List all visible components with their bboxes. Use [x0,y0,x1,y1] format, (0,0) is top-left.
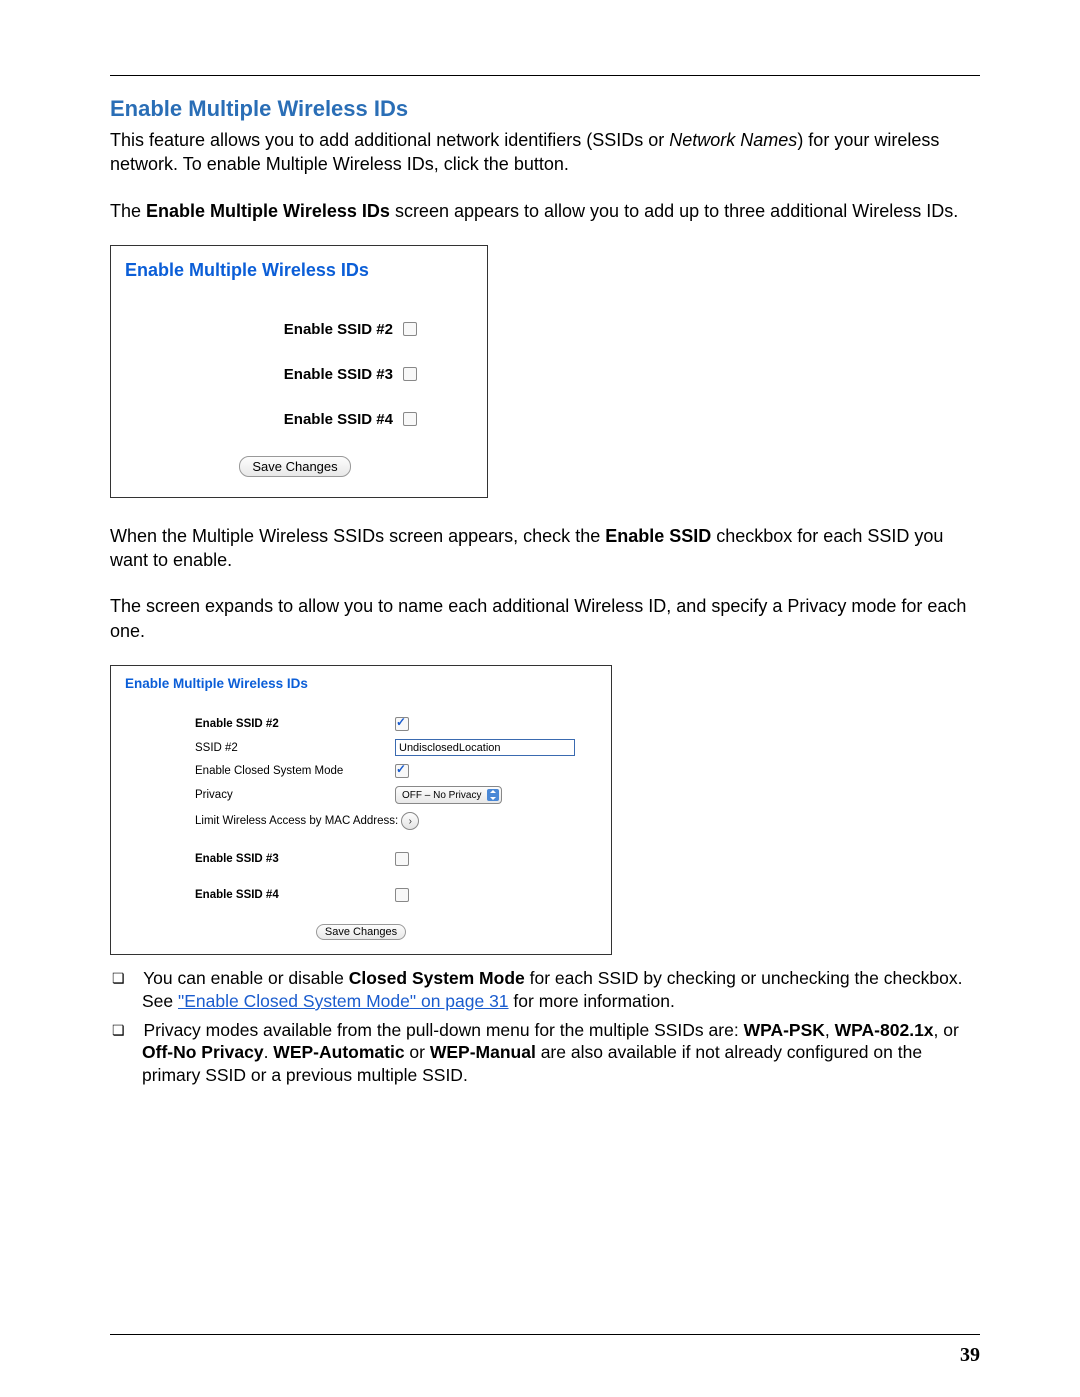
closed-system-mode-row: Enable Closed System Mode [125,764,597,778]
enable-ssid-2-checkbox[interactable] [403,322,417,336]
enable-ssid-3-checkbox[interactable] [403,367,417,381]
note-item-1: You can enable or disable Closed System … [110,967,980,1013]
enable-ssid-3-row: Enable SSID #3 [125,852,597,866]
privacy-select[interactable]: OFF – No Privacy [395,786,502,804]
mid-bold: Enable SSID [605,526,711,546]
note-text: . [264,1042,274,1062]
mid-text: When the Multiple Wireless SSIDs screen … [110,526,605,546]
enable-ssid-4-label: Enable SSID #4 [125,889,395,901]
intro-bold: Enable Multiple Wireless IDs [146,201,390,221]
ssid-2-name-label: SSID #2 [125,742,395,754]
enable-multiple-wireless-ids-expanded-panel: Enable Multiple Wireless IDs Enable SSID… [110,665,612,955]
panel2-title: Enable Multiple Wireless IDs [125,676,597,691]
mid-paragraph-2: The screen expands to allow you to name … [110,594,980,643]
mac-limit-row: Limit Wireless Access by MAC Address: › [125,812,597,830]
page-number: 39 [960,1344,980,1367]
intro-italic: Network Names [669,130,797,150]
enable-ssid-3-label: Enable SSID #3 [284,366,393,383]
enable-ssid-3-label: Enable SSID #3 [125,853,395,865]
intro-text: This feature allows you to add additiona… [110,130,669,150]
note-text: You can enable or disable [143,968,349,988]
select-arrows-icon [487,789,499,801]
enable-ssid-2-label: Enable SSID #2 [125,718,395,730]
privacy-label: Privacy [125,789,395,801]
intro-paragraph-2: The Enable Multiple Wireless IDs screen … [110,199,980,223]
mac-limit-expand-button[interactable]: › [401,812,419,830]
enable-ssid-2-checkbox[interactable] [395,717,409,731]
enable-ssid-4-checkbox[interactable] [403,412,417,426]
enable-ssid-2-row: Enable SSID #2 [125,717,597,731]
privacy-select-value: OFF – No Privacy [402,790,481,801]
enable-ssid-3-row: Enable SSID #3 [125,366,465,383]
mac-limit-label: Limit Wireless Access by MAC Address: [125,815,398,827]
closed-system-mode-label: Enable Closed System Mode [125,765,395,777]
enable-ssid-4-row: Enable SSID #4 [125,888,597,902]
note-bold: Off-No Privacy [142,1042,264,1062]
note-text: for more information. [509,991,675,1011]
enable-ssid-4-checkbox[interactable] [395,888,409,902]
closed-system-mode-checkbox[interactable] [395,764,409,778]
enable-ssid-4-label: Enable SSID #4 [284,411,393,428]
note-bold: WEP-Automatic [273,1042,404,1062]
enable-ssid-3-checkbox[interactable] [395,852,409,866]
note-item-2: Privacy modes available from the pull-do… [110,1019,980,1087]
note-text: , [825,1020,835,1040]
note-bold: Closed System Mode [349,968,525,988]
enable-ssid-2-label: Enable SSID #2 [284,321,393,338]
bottom-rule [110,1334,980,1335]
save-changes-button[interactable]: Save Changes [316,924,406,940]
enable-ssid-2-row: Enable SSID #2 [125,321,465,338]
note-text: or [405,1042,430,1062]
section-heading: Enable Multiple Wireless IDs [110,96,980,122]
notes-list: You can enable or disable Closed System … [110,967,980,1087]
ssid-2-name-row: SSID #2 [125,739,597,756]
top-rule [110,75,980,76]
note-bold: WPA-802.1x [835,1020,934,1040]
note-text: Privacy modes available from the pull-do… [143,1020,743,1040]
intro-text: The [110,201,146,221]
intro-text: screen appears to allow you to add up to… [390,201,958,221]
enable-multiple-wireless-ids-panel: Enable Multiple Wireless IDs Enable SSID… [110,245,488,498]
note-bold: WEP-Manual [430,1042,536,1062]
save-changes-button[interactable]: Save Changes [239,456,350,477]
panel-title: Enable Multiple Wireless IDs [125,260,465,281]
ssid-2-name-input[interactable] [395,739,575,756]
note-bold: WPA-PSK [744,1020,825,1040]
enable-ssid-4-row: Enable SSID #4 [125,411,465,428]
mid-paragraph-1: When the Multiple Wireless SSIDs screen … [110,524,980,573]
note-text: , or [934,1020,959,1040]
privacy-row: Privacy OFF – No Privacy [125,786,597,804]
closed-system-mode-link[interactable]: "Enable Closed System Mode" on page 31 [178,991,509,1011]
intro-paragraph-1: This feature allows you to add additiona… [110,128,980,177]
